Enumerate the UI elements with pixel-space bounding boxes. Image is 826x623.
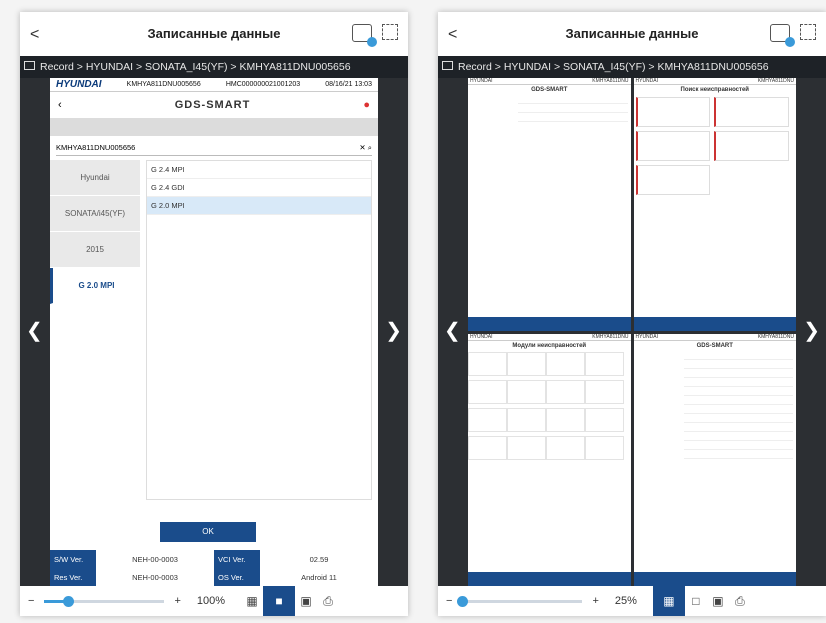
print-icon[interactable]: ⎙	[729, 590, 751, 612]
vci-status-icon[interactable]	[352, 24, 377, 47]
thumbnail[interactable]: HYUNDAI KMHYA811DNU GDS-SMART	[633, 333, 796, 586]
toolbar-band	[50, 118, 378, 136]
vin-label: KMHYA811DNU005656	[126, 81, 201, 88]
engine-item[interactable]: G 2.0 MPI	[50, 268, 140, 304]
datetime: 08/16/21 13:03	[325, 81, 372, 88]
zoom-toolbar: − + 25% ▦ □ ▣ ⎙	[438, 586, 826, 616]
zoom-toolbar: − + 100% ▦ ■ ▣ ⎙	[20, 586, 408, 616]
model-item[interactable]: SONATA/i45(YF)	[50, 196, 140, 232]
breadcrumb: Record > HYUNDAI > SONATA_I45(YF) > KMHY…	[438, 56, 826, 78]
right-viewer-panel: < Записанные данные Record > HYUNDAI > S…	[438, 12, 826, 616]
zoom-out-button[interactable]: −	[446, 595, 452, 607]
year-item[interactable]: 2015	[50, 232, 140, 268]
zoom-level: 100%	[196, 595, 226, 607]
header-info-row: HYUNDAI KMHYA811DNU005656 HMC00000002100…	[50, 78, 378, 92]
folder-icon	[442, 61, 453, 70]
app-header: ‹ GDS-SMART ●	[50, 92, 378, 118]
list-item[interactable]: G 2.4 GDI	[147, 179, 371, 197]
grid-view-icon[interactable]: ▦	[652, 586, 685, 616]
zoom-out-button[interactable]: −	[28, 595, 34, 607]
top-bar: < Записанные данные	[20, 12, 408, 56]
device-id: HMC000000021001203	[225, 81, 301, 88]
search-icon[interactable]: ✕ ⌕	[359, 143, 372, 153]
gallery-icon[interactable]: ▣	[295, 590, 317, 612]
capture-icon[interactable]	[382, 24, 398, 40]
zoom-slider[interactable]	[44, 595, 165, 607]
left-viewer-panel: < Записанные данные Record > HYUNDAI > S…	[20, 12, 408, 616]
ok-button[interactable]: OK	[160, 522, 256, 542]
prev-arrow-icon[interactable]: ❮	[26, 318, 43, 343]
vci-status-icon[interactable]	[770, 24, 795, 47]
thumbnail[interactable]: HYUNDAI KMHYA811DNU GDS-SMART	[468, 78, 631, 331]
version-row: Res Ver. NEH-00-0003 OS Ver. Android 11	[50, 568, 378, 586]
page-title: Записанные данные	[565, 26, 699, 41]
prev-arrow-icon[interactable]: ❮	[444, 318, 461, 343]
next-arrow-icon[interactable]: ❯	[385, 318, 402, 343]
maker-item[interactable]: Hyundai	[50, 160, 140, 196]
zoom-knob[interactable]	[63, 595, 75, 607]
selection-column: Hyundai SONATA/i45(YF) 2015 G 2.0 MPI	[50, 160, 140, 500]
bell-icon[interactable]: ●	[363, 99, 370, 111]
vin-search[interactable]: KMHYA811DNU005656 ✕ ⌕	[56, 140, 372, 156]
grid-view-icon[interactable]: ▦	[241, 590, 263, 612]
recorded-screen: HYUNDAI KMHYA811DNU005656 HMC00000002100…	[50, 78, 378, 586]
capture-icon[interactable]	[800, 24, 816, 40]
zoom-in-button[interactable]: +	[592, 595, 598, 607]
single-view-icon[interactable]: □	[685, 590, 707, 612]
zoom-slider[interactable]	[457, 595, 583, 607]
list-item[interactable]: G 2.0 MPI	[147, 197, 371, 215]
single-view-icon[interactable]: ■	[263, 586, 296, 616]
page-title: Записанные данные	[147, 26, 281, 41]
version-row: S/W Ver. NEH-00-0003 VCI Ver. 02.59	[50, 550, 378, 568]
gallery-icon[interactable]: ▣	[707, 590, 729, 612]
print-icon[interactable]: ⎙	[317, 590, 339, 612]
zoom-in-button[interactable]: +	[174, 595, 180, 607]
screenshot-viewer: ❮ ❯ HYUNDAI KMHYA811DNU GDS-SMART HYUNDAI…	[438, 78, 826, 586]
app-logo: GDS-SMART	[174, 99, 251, 111]
zoom-knob[interactable]	[457, 595, 469, 607]
breadcrumb: Record > HYUNDAI > SONATA_I45(YF) > KMHY…	[20, 56, 408, 78]
folder-icon	[24, 61, 35, 70]
thumbnail[interactable]: HYUNDAI KMHYA811DNU Модули неисправностей	[468, 333, 631, 586]
screenshot-viewer: ❮ ❯ HYUNDAI KMHYA811DNU005656 HMC0000000…	[20, 78, 408, 586]
thumbnail[interactable]: HYUNDAI KMHYA811DNU Поиск неисправностей	[633, 78, 796, 331]
breadcrumb-text: Record > HYUNDAI > SONATA_I45(YF) > KMHY…	[458, 61, 769, 73]
thumbnail-grid: HYUNDAI KMHYA811DNU GDS-SMART HYUNDAI KMHY…	[468, 78, 796, 586]
zoom-level: 25%	[614, 595, 637, 607]
top-bar: < Записанные данные	[438, 12, 826, 56]
breadcrumb-text: Record > HYUNDAI > SONATA_I45(YF) > KMHY…	[40, 61, 351, 73]
brand-logo: HYUNDAI	[56, 79, 102, 90]
vin-input[interactable]: KMHYA811DNU005656	[56, 143, 135, 152]
back-icon[interactable]: ‹	[58, 99, 62, 111]
list-item[interactable]: G 2.4 MPI	[147, 161, 371, 179]
next-arrow-icon[interactable]: ❯	[803, 318, 820, 343]
engine-options-list: G 2.4 MPI G 2.4 GDI G 2.0 MPI	[146, 160, 372, 500]
